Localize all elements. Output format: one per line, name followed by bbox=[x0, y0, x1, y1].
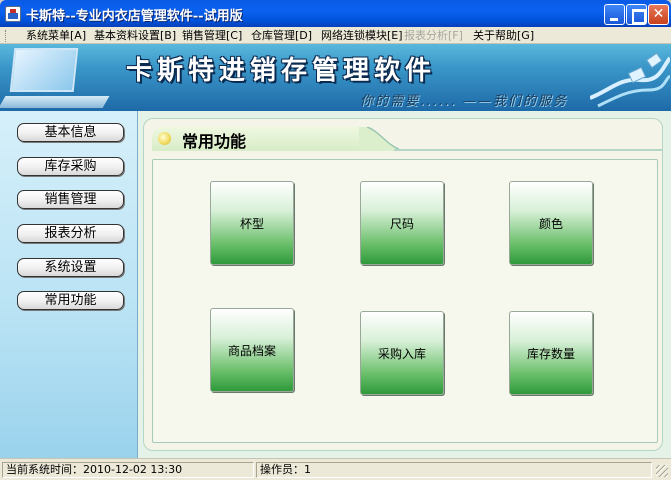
color-button[interactable]: 颜色 bbox=[509, 181, 593, 265]
sidebar-inventory-purchase-button[interactable]: 库存采购 bbox=[17, 157, 124, 176]
sidebar-system-settings-button[interactable]: 系统设置 bbox=[17, 258, 124, 277]
menu-reports: 报表分析[F] bbox=[404, 29, 463, 42]
panel-tab-underline bbox=[394, 149, 662, 151]
banner-slogan: 你的需要...... ——我们的服务 bbox=[360, 94, 568, 109]
menu-basic-settings[interactable]: 基本资料设置[B] bbox=[94, 28, 176, 43]
sidebar-report-analysis-button[interactable]: 报表分析 bbox=[17, 224, 124, 243]
keyboard-graphic bbox=[0, 96, 110, 108]
main-content: 常用功能 杯型 尺码 颜色 商品档案 采购入库 库存数量 bbox=[138, 111, 671, 458]
window-title: 卡斯特--专业内衣店管理软件--试用版 bbox=[26, 9, 243, 24]
sidebar-common-functions-button[interactable]: 常用功能 bbox=[17, 291, 124, 310]
app-icon[interactable] bbox=[5, 6, 21, 22]
banner-title: 卡斯特进销存管理软件 bbox=[126, 56, 437, 86]
status-bar: 当前系统时间：2010-12-02 13:30 操作员：1 bbox=[0, 458, 671, 480]
minimize-button[interactable] bbox=[604, 4, 625, 25]
menu-network-chain[interactable]: 网络连锁模块[E] bbox=[321, 28, 403, 43]
common-functions-panel: 常用功能 杯型 尺码 颜色 商品档案 采购入库 库存数量 bbox=[143, 118, 663, 451]
menu-sales[interactable]: 销售管理[C] bbox=[182, 28, 242, 43]
close-button[interactable]: ✕ bbox=[648, 4, 669, 25]
size-button[interactable]: 尺码 bbox=[360, 181, 444, 265]
menu-help[interactable]: 关于帮助[G] bbox=[473, 28, 534, 43]
monitor-graphic bbox=[9, 48, 79, 92]
panel-tab-slope bbox=[359, 127, 399, 151]
cup-type-button[interactable]: 杯型 bbox=[210, 181, 294, 265]
purchase-storage-button[interactable]: 采购入库 bbox=[360, 311, 444, 395]
sidebar-basic-info-button[interactable]: 基本信息 bbox=[17, 123, 124, 142]
menu-system[interactable]: 系统菜单[A] bbox=[26, 28, 86, 43]
panel-title: 常用功能 bbox=[182, 132, 247, 151]
menu-bar: 系统菜单[A] 基本资料设置[B] 销售管理[C] 仓库管理[D] 网络连锁模块… bbox=[0, 27, 671, 44]
bullet-icon bbox=[158, 132, 171, 145]
status-system-time: 当前系统时间：2010-12-02 13:30 bbox=[2, 462, 254, 478]
network-cable-graphic bbox=[590, 52, 670, 108]
title-bar[interactable]: 卡斯特--专业内衣店管理软件--试用版 ✕ bbox=[0, 0, 671, 27]
header-banner: 卡斯特进销存管理软件 你的需要...... ——我们的服务 bbox=[0, 44, 671, 111]
maximize-button[interactable] bbox=[626, 4, 647, 25]
function-grid: 杯型 尺码 颜色 商品档案 采购入库 库存数量 bbox=[152, 159, 658, 443]
product-archive-button[interactable]: 商品档案 bbox=[210, 308, 294, 392]
menu-warehouse[interactable]: 仓库管理[D] bbox=[251, 28, 312, 43]
resize-grip[interactable] bbox=[656, 465, 668, 477]
sidebar-sales-management-button[interactable]: 销售管理 bbox=[17, 190, 124, 209]
menu-grip bbox=[5, 30, 8, 42]
status-operator: 操作员：1 bbox=[256, 462, 652, 478]
stock-quantity-button[interactable]: 库存数量 bbox=[509, 311, 593, 395]
left-sidebar: 基本信息 库存采购 销售管理 报表分析 系统设置 常用功能 bbox=[0, 111, 138, 458]
